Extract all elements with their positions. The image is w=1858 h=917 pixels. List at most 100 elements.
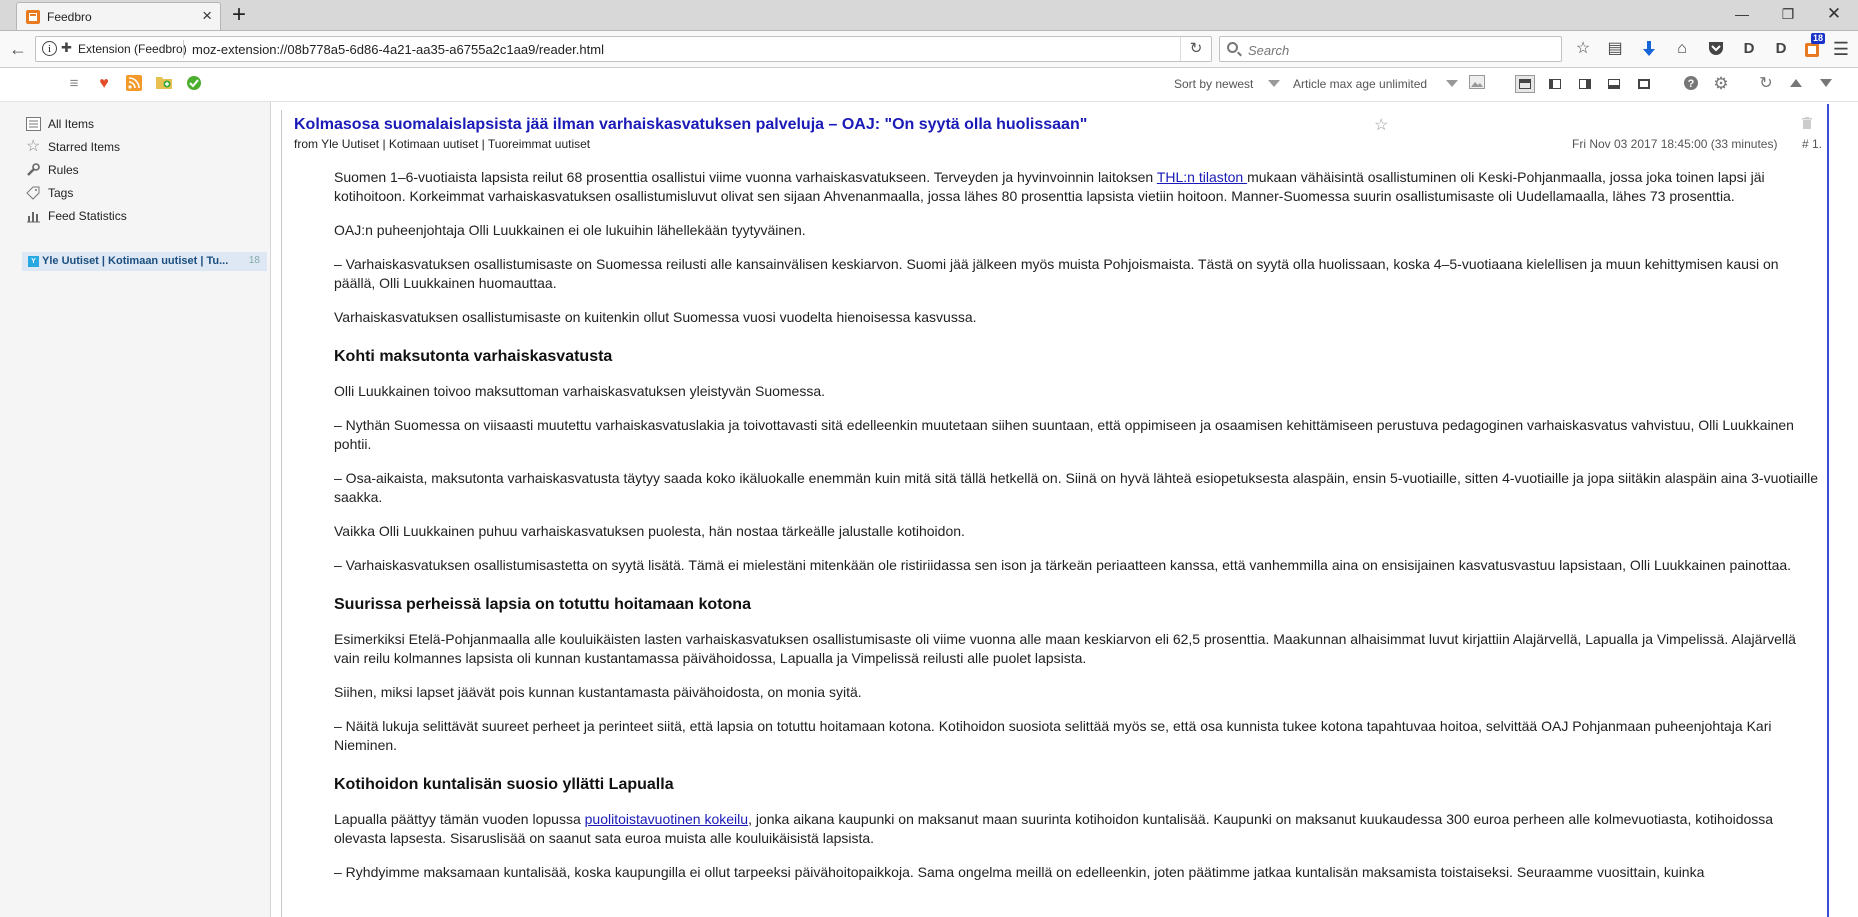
downloads-icon[interactable] (1637, 37, 1661, 61)
search-box[interactable] (1219, 36, 1562, 62)
thl-statistics-link[interactable]: THL:n tilaston (1157, 169, 1247, 185)
paragraph: – Osa-aikaista, maksutonta varhaiskasvat… (334, 470, 1819, 505)
article-date: Fri Nov 03 2017 18:45:00 (33 minutes) (1572, 137, 1778, 151)
article-source: from Yle Uutiset | Kotimaan uutiset | Tu… (294, 137, 591, 151)
navigation-bar: ← i ✚ Extension (Feedbro) moz-extension:… (0, 31, 1858, 68)
svg-text:?: ? (1688, 78, 1695, 90)
article-title[interactable]: Kolmasosa suomalaislapsista jää ilman va… (294, 116, 1087, 134)
layout-grid-button[interactable] (1634, 75, 1654, 93)
notification-badge: 18 (1811, 33, 1826, 44)
extension-dl-icon[interactable]: D (1769, 37, 1793, 61)
info-icon[interactable]: i (42, 41, 57, 56)
max-age-select[interactable]: Article max age unlimited (1293, 77, 1427, 91)
add-feed-icon[interactable] (125, 75, 143, 93)
paragraph: Suomen 1–6-vuotiaista lapsista reilut 68… (334, 168, 1819, 206)
browser-tab-bar: Feedbro × + — ❐ ✕ (0, 0, 1858, 31)
paragraph: Siihen, miksi lapset jäävät pois kunnan … (334, 684, 862, 700)
restore-icon[interactable]: ❐ (1765, 0, 1811, 28)
sidebar-item-label: Rules (48, 163, 79, 177)
sort-dropdown-arrow-icon[interactable] (1268, 80, 1280, 87)
layout-grid-icon (1638, 79, 1650, 89)
sidebar-item-label: All Items (48, 117, 95, 131)
home-icon[interactable]: ⌂ (1670, 37, 1694, 61)
paragraph: – Nythän Suomessa on viisaasti muutettu … (334, 417, 1794, 452)
star-icon: ☆ (26, 138, 41, 155)
feedbro-logo-icon (26, 10, 40, 24)
layout-split-icon (1608, 79, 1620, 89)
feedbro-toolbar: ≡ ♥ Sort by newest Article max age unlim… (0, 68, 1858, 102)
search-input[interactable] (1246, 40, 1550, 60)
url-bar[interactable]: i ✚ Extension (Feedbro) moz-extension://… (35, 36, 1212, 62)
menu-toggle-icon[interactable]: ≡ (65, 75, 83, 93)
yle-favicon-icon: Y (28, 256, 39, 267)
window-close-icon[interactable]: ✕ (1811, 0, 1857, 28)
section-heading: Suurissa perheissä lapsia on totuttu hoi… (334, 596, 751, 613)
tab-title: Feedbro (47, 10, 92, 24)
paragraph: – Varhaiskasvatuksen osallistumisaste on… (334, 256, 1779, 291)
paragraph: – Näitä lukuja selittävät suureet perhee… (334, 718, 1772, 753)
close-tab-icon[interactable]: × (202, 7, 212, 25)
sort-order-select[interactable]: Sort by newest (1174, 77, 1253, 91)
paragraph: Vaikka Olli Luukkainen puhuu varhaiskasv… (334, 523, 965, 539)
search-icon (1227, 42, 1238, 53)
feedbro-toolbar-icon[interactable]: 18 (1800, 33, 1826, 61)
reading-list-icon[interactable]: ▤ (1603, 37, 1627, 61)
sidebar-item-label: Starred Items (48, 140, 121, 154)
paragraph-text: Lapualla päättyy tämän vuoden lopussa (334, 811, 585, 827)
layout-tiles-button[interactable] (1575, 75, 1595, 93)
previous-article-icon[interactable] (1787, 75, 1805, 93)
url-identity-label: Extension (Feedbro) (78, 42, 187, 56)
settings-gear-icon[interactable]: ⚙ (1712, 75, 1730, 93)
all-items-icon (26, 117, 41, 131)
paragraph: OAJ:n puheenjohtaja Olli Luukkainen ei o… (334, 222, 806, 238)
add-folder-icon[interactable] (155, 75, 173, 93)
layout-tiles-icon (1579, 79, 1591, 89)
reload-icon[interactable]: ↻ (1180, 37, 1211, 61)
feed-item-yle-uutiset[interactable]: Y Yle Uutiset | Kotimaan uutiset | Tu...… (22, 252, 267, 271)
article-pane: Kolmasosa suomalaislapsista jää ilman va… (281, 110, 1827, 917)
back-arrow-icon[interactable]: ← (5, 36, 31, 62)
puzzle-piece-icon: ✚ (61, 40, 72, 55)
paragraph: Esimerkiksi Etelä-Pohjanmaalla alle koul… (334, 631, 1796, 666)
star-article-icon[interactable]: ☆ (1374, 115, 1388, 135)
paragraph: Lapualla päättyy tämän vuoden lopussa pu… (334, 810, 1819, 848)
section-heading: Kotihoidon kuntalisän suosio yllätti Lap… (334, 776, 674, 793)
layout-list-button[interactable] (1545, 75, 1565, 93)
extension-d-icon[interactable]: D (1737, 37, 1761, 61)
sidebar-item-label: Feed Statistics (48, 209, 127, 223)
new-tab-button[interactable]: + (232, 2, 246, 28)
feed-label: Yle Uutiset | Kotimaan uutiset | Tu... (42, 255, 229, 267)
mark-all-read-icon[interactable] (185, 75, 203, 93)
url-text[interactable]: moz-extension://08b778a5-6d86-4a21-aa35-… (192, 42, 604, 57)
bookmark-star-icon[interactable]: ☆ (1571, 37, 1595, 61)
url-divider (183, 40, 184, 58)
refresh-icon[interactable]: ↻ (1757, 75, 1775, 93)
minimize-icon[interactable]: — (1719, 0, 1765, 28)
tab-feedbro[interactable]: Feedbro × (16, 2, 221, 30)
pocket-icon[interactable] (1704, 37, 1728, 61)
image-toggle-icon[interactable] (1468, 75, 1486, 93)
sidebar-item-label: Tags (48, 186, 74, 200)
article-scroll-indicator (1827, 104, 1829, 917)
layout-full-icon (1519, 79, 1531, 89)
article-number: # 1. (1802, 137, 1823, 151)
layout-list-icon (1549, 79, 1561, 89)
max-age-dropdown-arrow-icon[interactable] (1446, 80, 1458, 87)
help-icon[interactable]: ? (1682, 75, 1700, 93)
wrench-icon (27, 163, 40, 176)
section-heading: Kohti maksutonta varhaiskasvatusta (334, 348, 613, 365)
layout-split-button[interactable] (1604, 75, 1624, 93)
layout-full-articles-button[interactable] (1515, 75, 1535, 93)
paragraph: – Varhaiskasvatuksen osallistumisastetta… (334, 557, 1792, 573)
paragraph-text: Suomen 1–6-vuotiaista lapsista reilut 68… (334, 169, 1157, 185)
heart-icon[interactable]: ♥ (95, 75, 113, 93)
article-body: Suomen 1–6-vuotiaista lapsista reilut 68… (334, 168, 1819, 897)
trial-link[interactable]: puolitoistavuotinen kokeilu (585, 811, 748, 827)
chart-icon (27, 212, 40, 223)
paragraph: – Ryhdyimme maksamaan kuntalisää, koska … (334, 864, 1705, 880)
trash-icon[interactable] (1802, 117, 1812, 129)
next-article-icon[interactable] (1817, 75, 1835, 93)
paragraph: Varhaiskasvatuksen osallistumisaste on k… (334, 309, 977, 325)
menu-icon[interactable]: ☰ (1829, 37, 1853, 61)
sidebar: All Items ☆ Starred Items Rules Tags Fee… (0, 102, 271, 917)
